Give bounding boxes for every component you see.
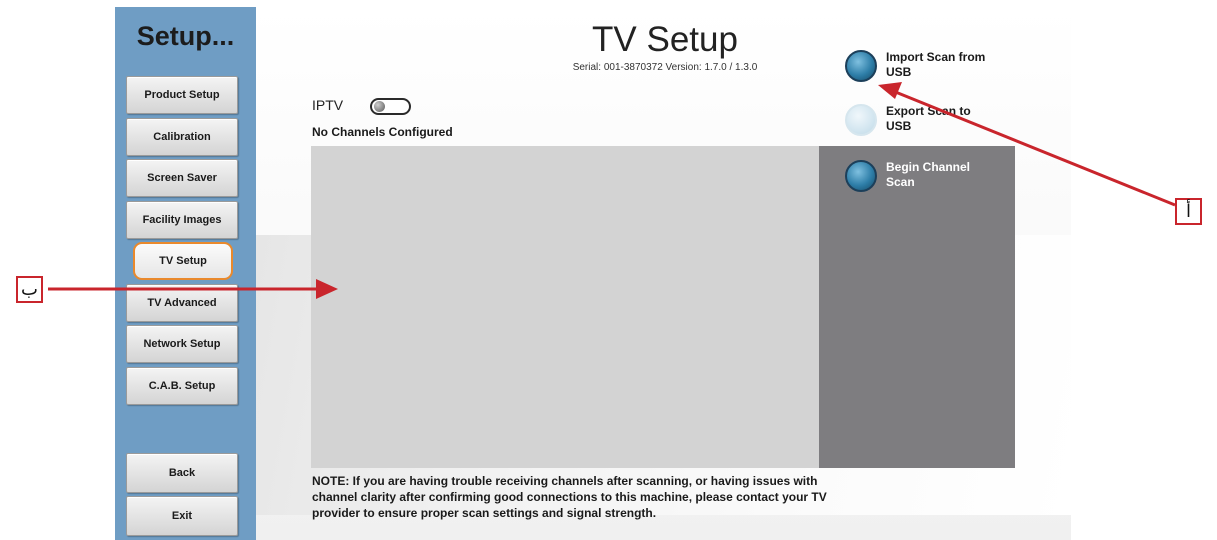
iptv-label: IPTV <box>312 97 344 113</box>
setup-sidebar: Setup... Product Setup Calibration Scree… <box>115 7 256 540</box>
action-panel <box>819 146 1015 468</box>
begin-channel-scan-label: Begin Channel Scan <box>886 160 971 189</box>
begin-channel-scan-button[interactable] <box>845 160 877 192</box>
nav-product-setup-button[interactable]: Product Setup <box>126 76 238 114</box>
callout-label-a: أ <box>1175 198 1202 225</box>
sidebar-title: Setup... <box>136 21 235 51</box>
nav-tv-advanced-button[interactable]: TV Advanced <box>126 284 238 322</box>
import-scan-label: Import Scan from USB <box>886 50 986 79</box>
channel-status-text: No Channels Configured <box>312 125 453 139</box>
nav-facility-images-button[interactable]: Facility Images <box>126 201 238 239</box>
channel-list[interactable] <box>311 146 819 468</box>
back-button[interactable]: Back <box>126 453 238 493</box>
export-scan-action: Export Scan to USB <box>845 104 996 136</box>
import-scan-action[interactable]: Import Scan from USB <box>845 50 996 82</box>
nav-tv-setup-button[interactable]: TV Setup <box>133 242 233 280</box>
nav-calibration-button[interactable]: Calibration <box>126 118 238 156</box>
note-text: NOTE: If you are having trouble receivin… <box>312 474 827 520</box>
channel-scan-action[interactable]: Begin Channel Scan <box>845 160 996 192</box>
page-title: TV Setup <box>592 20 738 59</box>
toggle-knob <box>374 101 385 112</box>
serial-version-text: Serial: 001-3870372 Version: 1.7.0 / 1.3… <box>572 62 758 73</box>
nav-cab-setup-button[interactable]: C.A.B. Setup <box>126 367 238 405</box>
export-scan-label: Export Scan to USB <box>886 104 971 133</box>
nav-network-setup-button[interactable]: Network Setup <box>126 325 238 363</box>
export-scan-button <box>845 104 877 136</box>
import-scan-button[interactable] <box>845 50 877 82</box>
iptv-toggle[interactable] <box>370 98 411 115</box>
callout-label-b: ب <box>16 276 43 303</box>
nav-screen-saver-button[interactable]: Screen Saver <box>126 159 238 197</box>
exit-button[interactable]: Exit <box>126 496 238 536</box>
